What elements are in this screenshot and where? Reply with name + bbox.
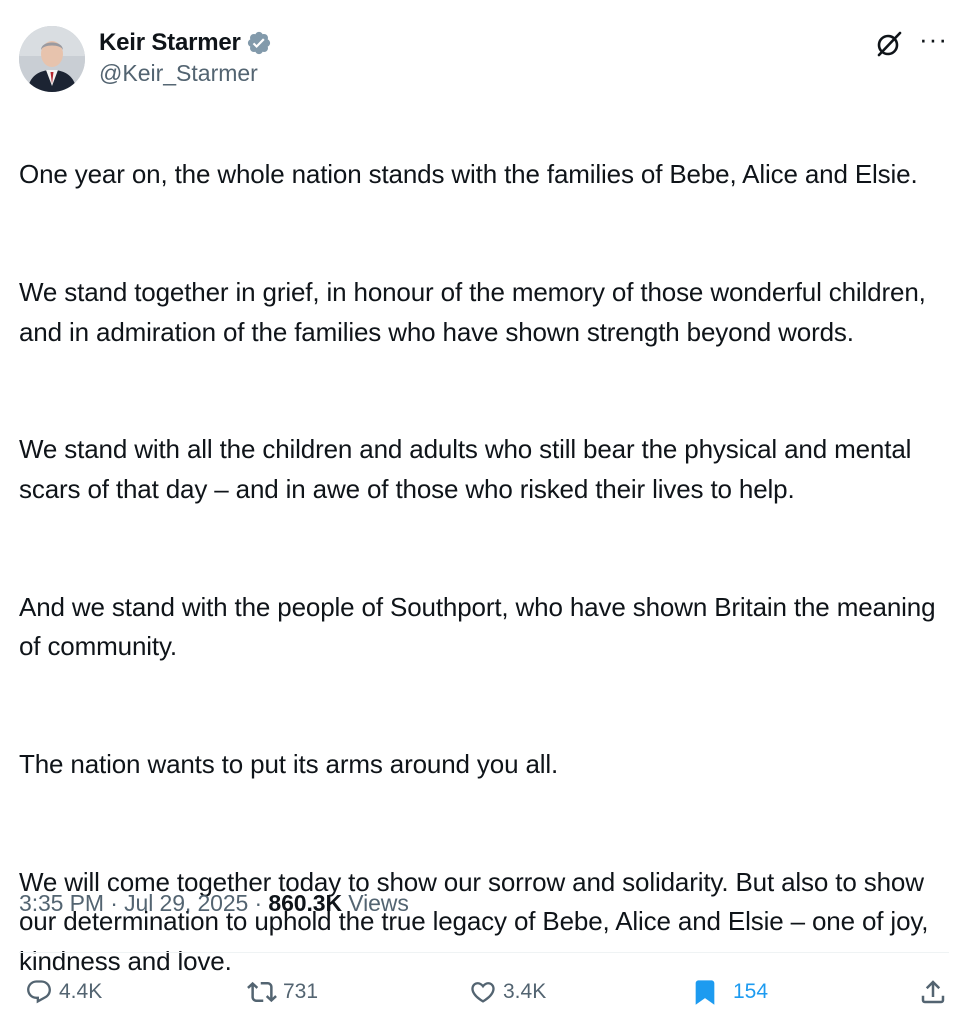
tweet-header: Keir Starmer @Keir_Starmer ··· <box>19 26 948 92</box>
like-button[interactable]: 3.4K <box>469 970 546 1014</box>
author-block: Keir Starmer @Keir_Starmer <box>99 26 272 87</box>
tweet-meta: 3:35 PM · Jul 29, 2025 · 860.3K Views <box>19 890 409 917</box>
bookmark-icon <box>691 977 719 1007</box>
share-icon <box>918 977 948 1007</box>
views-label: Views <box>348 890 409 916</box>
bookmark-count: 154 <box>733 980 769 1003</box>
author-name[interactable]: Keir Starmer <box>99 29 241 57</box>
tweet-paragraph: The nation wants to put its arms around … <box>19 748 559 779</box>
meta-separator: · <box>110 890 118 916</box>
views-count: 860.3K <box>268 890 342 916</box>
author-handle[interactable]: @Keir_Starmer <box>99 60 272 87</box>
divider <box>19 952 949 953</box>
repost-icon <box>247 977 277 1007</box>
avatar[interactable] <box>19 26 85 92</box>
grok-icon[interactable] <box>873 28 905 60</box>
tweet-text: One year on, the whole nation stands wit… <box>19 116 949 1020</box>
like-count: 3.4K <box>503 980 547 1003</box>
verified-icon[interactable] <box>246 30 272 56</box>
action-bar: 4.4K 731 3.4K 154 <box>19 970 948 1014</box>
bookmark-button[interactable]: 154 <box>691 970 768 1014</box>
share-button[interactable] <box>918 970 948 1014</box>
repost-button[interactable]: 731 <box>247 970 318 1014</box>
reply-count: 4.4K <box>59 980 103 1003</box>
tweet-paragraph: We will come together today to show our … <box>19 866 936 976</box>
tweet-time[interactable]: 3:35 PM <box>19 890 104 916</box>
tweet-paragraph: We stand together in grief, in honour of… <box>19 277 933 347</box>
header-actions: ··· <box>873 26 948 60</box>
tweet-paragraph: And we stand with the people of Southpor… <box>19 591 943 662</box>
repost-count: 731 <box>283 980 319 1003</box>
reply-icon <box>25 978 53 1006</box>
meta-separator: · <box>254 890 263 916</box>
tweet-paragraph: We stand with all the children and adult… <box>19 434 919 504</box>
reply-button[interactable]: 4.4K <box>25 970 102 1014</box>
more-icon[interactable]: ··· <box>919 26 948 52</box>
tweet-date[interactable]: Jul 29, 2025 <box>124 890 248 916</box>
tweet-paragraph: One year on, the whole nation stands wit… <box>19 159 918 190</box>
like-icon <box>469 978 497 1006</box>
